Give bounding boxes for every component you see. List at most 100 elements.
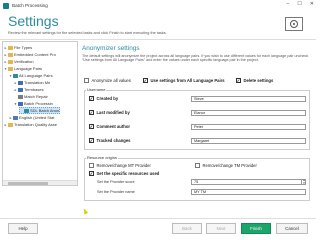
checkbox-label: Remove/change TM Provider [202, 163, 257, 168]
match-repair-icon [18, 94, 23, 99]
anonymizer-icon [24, 108, 29, 113]
page-title: Settings [8, 13, 59, 29]
tree-item-label: Verification [14, 59, 34, 64]
provider-score-stepper[interactable]: ▲ ▼ [301, 179, 306, 185]
expand-icon[interactable]: ▸ [9, 116, 12, 120]
flag-icon [13, 115, 18, 120]
checkmark-icon[interactable]: ✓ [89, 171, 94, 176]
mouse-cursor-icon [81, 207, 89, 215]
expand-icon[interactable]: ▸ [14, 88, 17, 92]
checkmark-icon[interactable]: ✓ [236, 78, 241, 83]
tree-item-label: File Types [14, 45, 33, 50]
checkbox-label: Anonymize all values [91, 78, 131, 83]
collapse-icon[interactable]: ▾ [14, 102, 17, 106]
tree-item[interactable]: ▸ Embedded Content Pro [4, 51, 56, 58]
comment-author-checkbox[interactable]: ✓ Comment author [89, 124, 130, 129]
tree-item[interactable]: ▾ All Language Pairs [9, 72, 53, 79]
checkbox-box[interactable] [89, 163, 94, 168]
checkbox-label: Use settings from All Language Pairs [150, 78, 225, 83]
checkmark-icon[interactable]: ✓ [143, 78, 148, 83]
cancel-button[interactable]: Cancel [276, 223, 308, 234]
language-pairs-icon [13, 73, 18, 78]
remove-tm-provider-checkbox[interactable]: Remove/change TM Provider [195, 163, 257, 168]
close-icon[interactable]: ✕ [310, 1, 314, 7]
checkbox-box[interactable] [84, 78, 89, 83]
tree-item[interactable]: ▸ Translation Quality Asse [4, 121, 57, 128]
tree-item-label: Translation Me [24, 80, 51, 85]
last-modified-by-field[interactable]: Elanor [191, 110, 306, 116]
tree-item-label: All Language Pairs [19, 73, 53, 78]
settings-tree[interactable]: ▸ File Types ▸ Embedded Content Pro ▸ Ve… [2, 41, 78, 186]
provider-name-field[interactable]: MY TM [191, 189, 306, 195]
window-title: Batch Processing [12, 3, 48, 8]
checkbox-label: Set the specific resources used [96, 171, 160, 176]
tree-item-selected[interactable]: SDL Batch Anon [19, 107, 61, 114]
folder-icon [8, 45, 13, 50]
tree-item-label: English (United Stat [19, 115, 55, 120]
title-bar: Batch Processing – ☐ ✕ [0, 0, 316, 11]
tree-item[interactable]: ▸ English (United Stat [9, 114, 55, 121]
checkmark-icon[interactable]: ✓ [89, 110, 94, 115]
minimize-icon[interactable]: – [287, 1, 290, 7]
scrollbar-thumb[interactable] [8, 182, 48, 185]
created-by-field[interactable]: Steve [191, 96, 306, 102]
tree-item[interactable]: ▸ Translation Me [14, 79, 51, 86]
finish-button[interactable]: Finish [241, 223, 271, 234]
checkbox-label: Tracked changes [96, 138, 131, 143]
folder-icon [8, 66, 13, 71]
expand-icon[interactable]: ▸ [4, 46, 7, 50]
settings-button[interactable] [285, 17, 303, 31]
tree-item-label: Termbases [24, 87, 44, 92]
tree-item[interactable]: ▸ Termbases [14, 86, 44, 93]
provider-score-label: Set the Provider score [97, 180, 135, 184]
comment-author-field[interactable]: Peter [191, 124, 306, 130]
checkmark-icon[interactable]: ✓ [89, 138, 94, 143]
provider-score-input[interactable]: 75 [191, 179, 306, 185]
stepper-down-icon[interactable]: ▼ [302, 182, 306, 185]
section-description: The default settings will anonymize the … [82, 54, 309, 63]
tree-item-label: Batch Processin [24, 101, 53, 106]
expand-icon[interactable]: ▸ [4, 60, 7, 64]
next-button[interactable]: Next [206, 223, 236, 234]
created-by-checkbox[interactable]: ✓ Created by [89, 96, 118, 101]
expand-icon[interactable]: ▸ [4, 123, 7, 127]
checkmark-icon[interactable]: ✓ [89, 96, 94, 101]
checkmark-icon[interactable]: ✓ [89, 124, 94, 129]
folder-icon [8, 122, 13, 127]
expand-icon[interactable]: ▸ [4, 53, 7, 57]
tree-item[interactable]: Match Repair [14, 93, 48, 100]
last-modified-by-checkbox[interactable]: ✓ Last modified by [89, 110, 130, 115]
collapse-icon[interactable]: ▾ [9, 74, 12, 78]
anonymize-all-checkbox[interactable]: Anonymize all values [84, 78, 131, 83]
use-all-language-pairs-checkbox[interactable]: ✓ Use settings from All Language Pairs [143, 78, 225, 83]
gear-icon [290, 20, 298, 28]
checkbox-label: Remove/change MT Provider [96, 163, 151, 168]
checkbox-label: Last modified by [96, 110, 130, 115]
tracked-changes-field[interactable]: Margaret [191, 138, 306, 144]
collapse-icon[interactable]: ▾ [4, 67, 7, 71]
maximize-icon[interactable]: ☐ [297, 1, 301, 7]
tree-item-label: SDL Batch Anon [30, 108, 60, 113]
tree-item-label: Match Repair [24, 94, 48, 99]
remove-mt-provider-checkbox[interactable]: Remove/change MT Provider [89, 163, 151, 168]
tracked-changes-checkbox[interactable]: ✓ Tracked changes [89, 138, 130, 143]
tree-item-label: Language Pairs [14, 66, 43, 71]
tree-item[interactable]: ▾ Language Pairs [4, 65, 42, 72]
help-button[interactable]: Help [8, 223, 38, 234]
tree-item[interactable]: ▸ File Types [4, 44, 33, 51]
group-label: Resource origins [86, 155, 119, 160]
folder-icon [8, 52, 13, 57]
divider [0, 39, 316, 40]
delete-settings-checkbox[interactable]: ✓ Delete settings [236, 78, 273, 83]
provider-score-value: 75 [194, 180, 199, 184]
tree-horizontal-scrollbar[interactable] [3, 180, 77, 185]
checkbox-label: Created by [96, 96, 119, 101]
expand-icon[interactable]: ▸ [14, 81, 17, 85]
back-button[interactable]: Back [172, 223, 202, 234]
checkbox-box[interactable] [195, 163, 200, 168]
tree-item[interactable]: ▾ Batch Processin [14, 100, 53, 107]
divider [0, 218, 316, 219]
set-specific-resources-checkbox[interactable]: ✓ Set the specific resources used [89, 171, 159, 176]
tree-item[interactable]: ▸ Verification [4, 58, 34, 65]
provider-name-label: Set the Provider name [97, 190, 135, 194]
